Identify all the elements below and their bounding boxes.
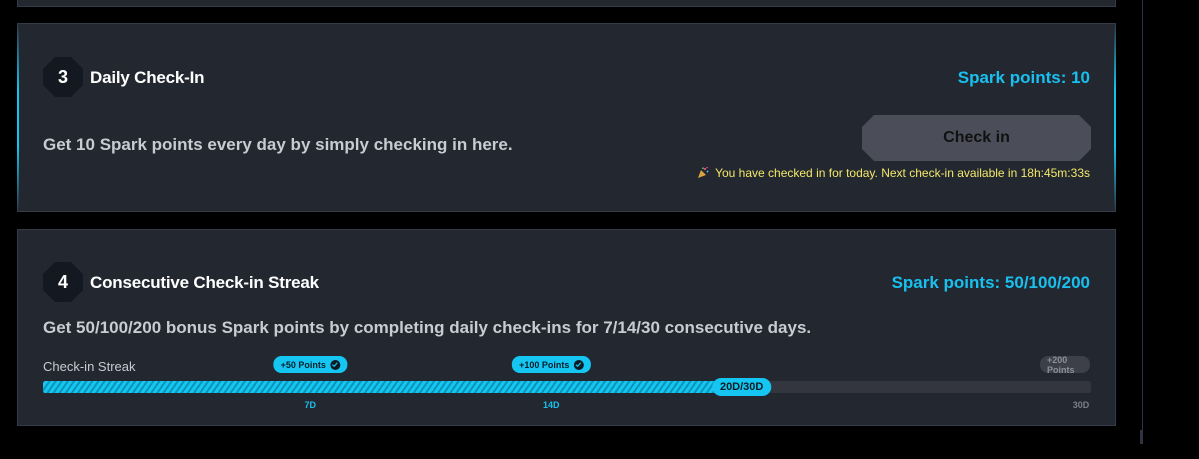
milestone-reward-tag: +100 Points xyxy=(512,356,591,373)
check-in-status: You have checked in for today. Next chec… xyxy=(697,166,1090,180)
milestone-reward-tag: +50 Points xyxy=(273,356,347,373)
task-title: Daily Check-In xyxy=(90,68,205,87)
check-circle-icon xyxy=(573,359,584,370)
party-popper-icon xyxy=(698,167,709,178)
check-circle-icon xyxy=(329,359,340,370)
check-in-status-text: You have checked in for today. Next chec… xyxy=(715,166,1090,180)
milestone-day-label: 30D xyxy=(1072,400,1090,410)
milestone-reward-label: +200 Points xyxy=(1047,354,1075,375)
step-number-badge: 3 xyxy=(43,57,83,97)
spark-points-reward: Spark points: 50/100/200 xyxy=(891,273,1090,292)
task-title: Consecutive Check-in Streak xyxy=(90,273,319,292)
streak-progress-fill xyxy=(43,381,742,393)
frame-border-right xyxy=(1142,0,1143,442)
milestone-day-label: 7D xyxy=(304,400,316,410)
card-accent-right xyxy=(1114,24,1116,211)
milestone-reward-label: +50 Points xyxy=(280,359,326,370)
frame-corner xyxy=(1140,430,1143,444)
previous-task-card xyxy=(17,0,1116,7)
task-description: Get 10 Spark points every day by simply … xyxy=(43,135,513,154)
check-in-button[interactable]: Check in xyxy=(862,115,1091,161)
task-card-daily-check-in: 3 Daily Check-In Spark points: 10 Get 10… xyxy=(17,23,1116,212)
milestone-reward-tag: +200 Points xyxy=(1040,354,1090,375)
spark-points-reward: Spark points: 10 xyxy=(957,68,1090,87)
task-description: Get 50/100/200 bonus Spark points by com… xyxy=(43,318,812,337)
milestone-reward-label: +100 Points xyxy=(519,359,570,370)
streak-label: Check-in Streak xyxy=(43,359,136,374)
milestone-day-label: 14D xyxy=(543,400,560,410)
streak-progress-track xyxy=(43,381,1091,393)
task-card-check-in-streak: 4 Consecutive Check-in Streak Spark poin… xyxy=(17,229,1116,426)
streak-progress-indicator: 20D/30D xyxy=(711,378,772,396)
step-number-badge: 4 xyxy=(43,262,83,302)
card-accent-left xyxy=(17,24,19,211)
